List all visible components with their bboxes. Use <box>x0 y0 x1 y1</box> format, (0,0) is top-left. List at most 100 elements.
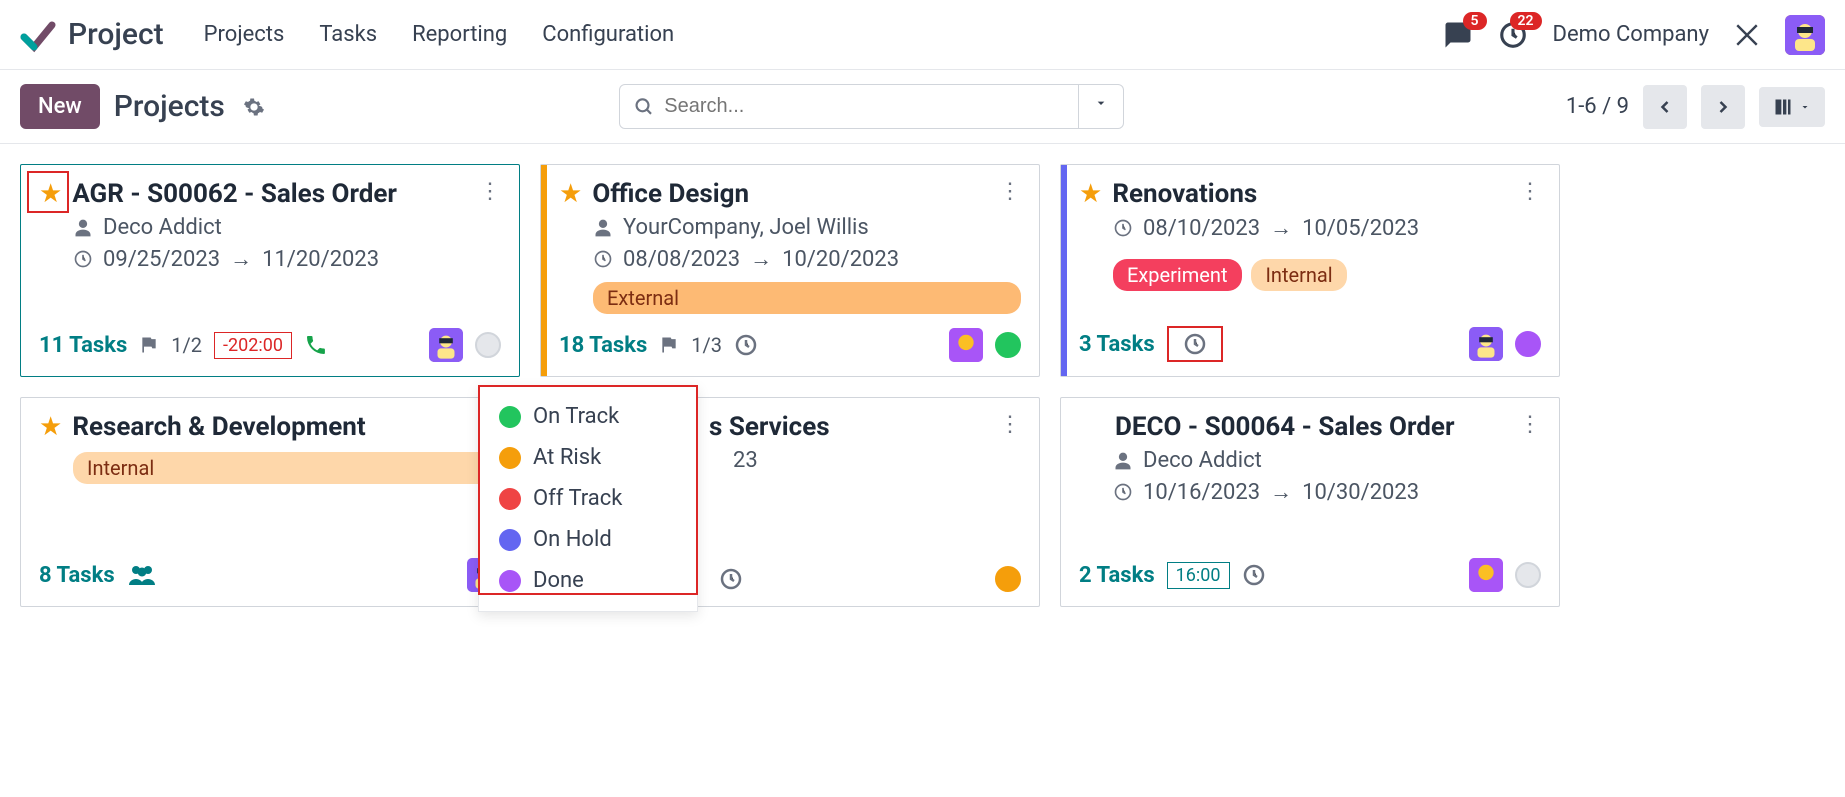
tasks-link[interactable]: 11 Tasks <box>39 333 127 358</box>
card-title-partial: s Services <box>709 412 830 442</box>
card-menu-icon[interactable]: ⋮ <box>479 179 501 204</box>
status-popover: On Track At Risk Off Track On Hold Done <box>478 385 698 612</box>
arrow-icon: → <box>750 246 772 272</box>
nav-tasks[interactable]: Tasks <box>319 22 377 47</box>
card-title: Renovations <box>1112 179 1257 209</box>
user-icon <box>593 218 613 238</box>
messages-icon[interactable]: 5 <box>1443 20 1473 50</box>
status-dot[interactable] <box>995 332 1021 358</box>
nav-projects[interactable]: Projects <box>204 22 285 47</box>
status-dot[interactable] <box>1515 331 1541 357</box>
flag-icon[interactable] <box>659 335 679 355</box>
toolbar: New Projects 1-6 / 9 <box>0 70 1845 143</box>
date-start: 08/10/2023 <box>1143 216 1260 241</box>
clock-icon[interactable] <box>1242 563 1266 587</box>
tag-internal: Internal <box>73 452 501 484</box>
card-menu-icon[interactable]: ⋮ <box>1519 179 1541 204</box>
search-box[interactable] <box>619 84 1079 129</box>
project-card[interactable]: ★ Research & Development ⋮ Internal 8 Ta… <box>20 397 520 607</box>
status-on-hold[interactable]: On Hold <box>479 519 697 560</box>
messages-badge: 5 <box>1463 12 1487 30</box>
customer: Deco Addict <box>1143 448 1262 473</box>
tag-external: External <box>593 282 1021 314</box>
search-dropdown[interactable] <box>1079 84 1124 129</box>
assignee-avatar[interactable] <box>429 328 463 362</box>
tools-icon[interactable] <box>1734 22 1760 48</box>
status-dot[interactable] <box>475 332 501 358</box>
star-icon[interactable]: ★ <box>39 179 62 209</box>
project-card[interactable]: ★ Renovations ⋮ 08/10/2023 → 10/05/2023 … <box>1060 164 1560 377</box>
milestone: 1/2 <box>171 333 202 357</box>
assignee-avatar[interactable] <box>1469 558 1503 592</box>
activities-icon[interactable]: 22 <box>1498 20 1528 50</box>
clock-icon[interactable] <box>734 333 758 357</box>
star-icon[interactable]: ★ <box>559 179 582 209</box>
pager-next[interactable] <box>1701 85 1745 129</box>
activities-badge: 22 <box>1510 12 1542 30</box>
clock-icon <box>73 249 93 269</box>
date-end: 11/20/2023 <box>262 247 379 272</box>
tag-experiment: Experiment <box>1113 259 1242 291</box>
clock-icon[interactable] <box>719 567 743 591</box>
card-title: Office Design <box>592 179 749 209</box>
card-menu-icon[interactable]: ⋮ <box>999 412 1021 437</box>
status-on-track[interactable]: On Track <box>479 396 697 437</box>
tag-internal: Internal <box>1251 259 1346 291</box>
people-icon[interactable] <box>127 562 157 588</box>
activity-clock-highlighted[interactable] <box>1167 326 1223 362</box>
gear-icon[interactable] <box>243 96 265 118</box>
milestone: 1/3 <box>691 333 722 357</box>
project-card[interactable]: DECO - S00064 - Sales Order ⋮ Deco Addic… <box>1060 397 1560 607</box>
user-avatar[interactable] <box>1785 15 1825 55</box>
pager-text[interactable]: 1-6 / 9 <box>1566 94 1629 119</box>
main-nav: Projects Tasks Reporting Configuration <box>204 22 675 47</box>
status-dot[interactable] <box>1515 562 1541 588</box>
date-end: 10/30/2023 <box>1302 480 1419 505</box>
arrow-icon: → <box>1270 215 1292 241</box>
view-switcher[interactable] <box>1759 87 1825 127</box>
date-start: 09/25/2023 <box>103 247 220 272</box>
arrow-icon: → <box>230 246 252 272</box>
nav-reporting[interactable]: Reporting <box>412 22 507 47</box>
clock-icon <box>1113 482 1133 502</box>
assignee-avatar[interactable] <box>1469 327 1503 361</box>
tasks-link[interactable]: 8 Tasks <box>39 563 115 588</box>
user-icon <box>73 218 93 238</box>
clock-icon <box>1113 218 1133 238</box>
star-icon[interactable]: ★ <box>1079 179 1102 209</box>
time-badge: -202:00 <box>214 332 292 359</box>
nav-configuration[interactable]: Configuration <box>542 22 674 47</box>
phone-icon[interactable] <box>304 333 328 357</box>
project-card[interactable]: ★ Office Design ⋮ YourCompany, Joel Will… <box>540 164 1040 377</box>
card-title: AGR - S00062 - Sales Order <box>72 179 397 209</box>
status-off-track[interactable]: Off Track <box>479 478 697 519</box>
tasks-link[interactable]: 18 Tasks <box>559 333 647 358</box>
new-button[interactable]: New <box>20 84 100 129</box>
card-title: Research & Development <box>72 412 365 442</box>
time-badge: 16:00 <box>1167 562 1230 589</box>
search-input[interactable] <box>664 95 1064 118</box>
topbar-right: 5 22 Demo Company <box>1443 15 1825 55</box>
breadcrumb: Projects <box>114 89 225 124</box>
app-logo[interactable] <box>20 17 56 53</box>
status-at-risk[interactable]: At Risk <box>479 437 697 478</box>
user-icon <box>1113 451 1133 471</box>
topbar: Project Projects Tasks Reporting Configu… <box>0 0 1845 70</box>
card-title: DECO - S00064 - Sales Order <box>1115 412 1454 442</box>
status-done[interactable]: Done <box>479 560 697 601</box>
card-menu-icon[interactable]: ⋮ <box>999 179 1021 204</box>
pager-prev[interactable] <box>1643 85 1687 129</box>
card-menu-icon[interactable]: ⋮ <box>1519 412 1541 437</box>
company-switcher[interactable]: Demo Company <box>1553 22 1709 47</box>
flag-icon[interactable] <box>139 335 159 355</box>
tasks-link[interactable]: 3 Tasks <box>1079 332 1155 357</box>
toolbar-right: 1-6 / 9 <box>1566 85 1825 129</box>
assignee-avatar[interactable] <box>949 328 983 362</box>
arrow-icon: → <box>1270 479 1292 505</box>
status-dot[interactable] <box>995 566 1021 592</box>
project-card[interactable]: ★ AGR - S00062 - Sales Order ⋮ Deco Addi… <box>20 164 520 377</box>
star-icon[interactable]: ★ <box>39 412 62 442</box>
tasks-link[interactable]: 2 Tasks <box>1079 563 1155 588</box>
date-end: 10/05/2023 <box>1302 216 1419 241</box>
date-end: 10/20/2023 <box>782 247 899 272</box>
